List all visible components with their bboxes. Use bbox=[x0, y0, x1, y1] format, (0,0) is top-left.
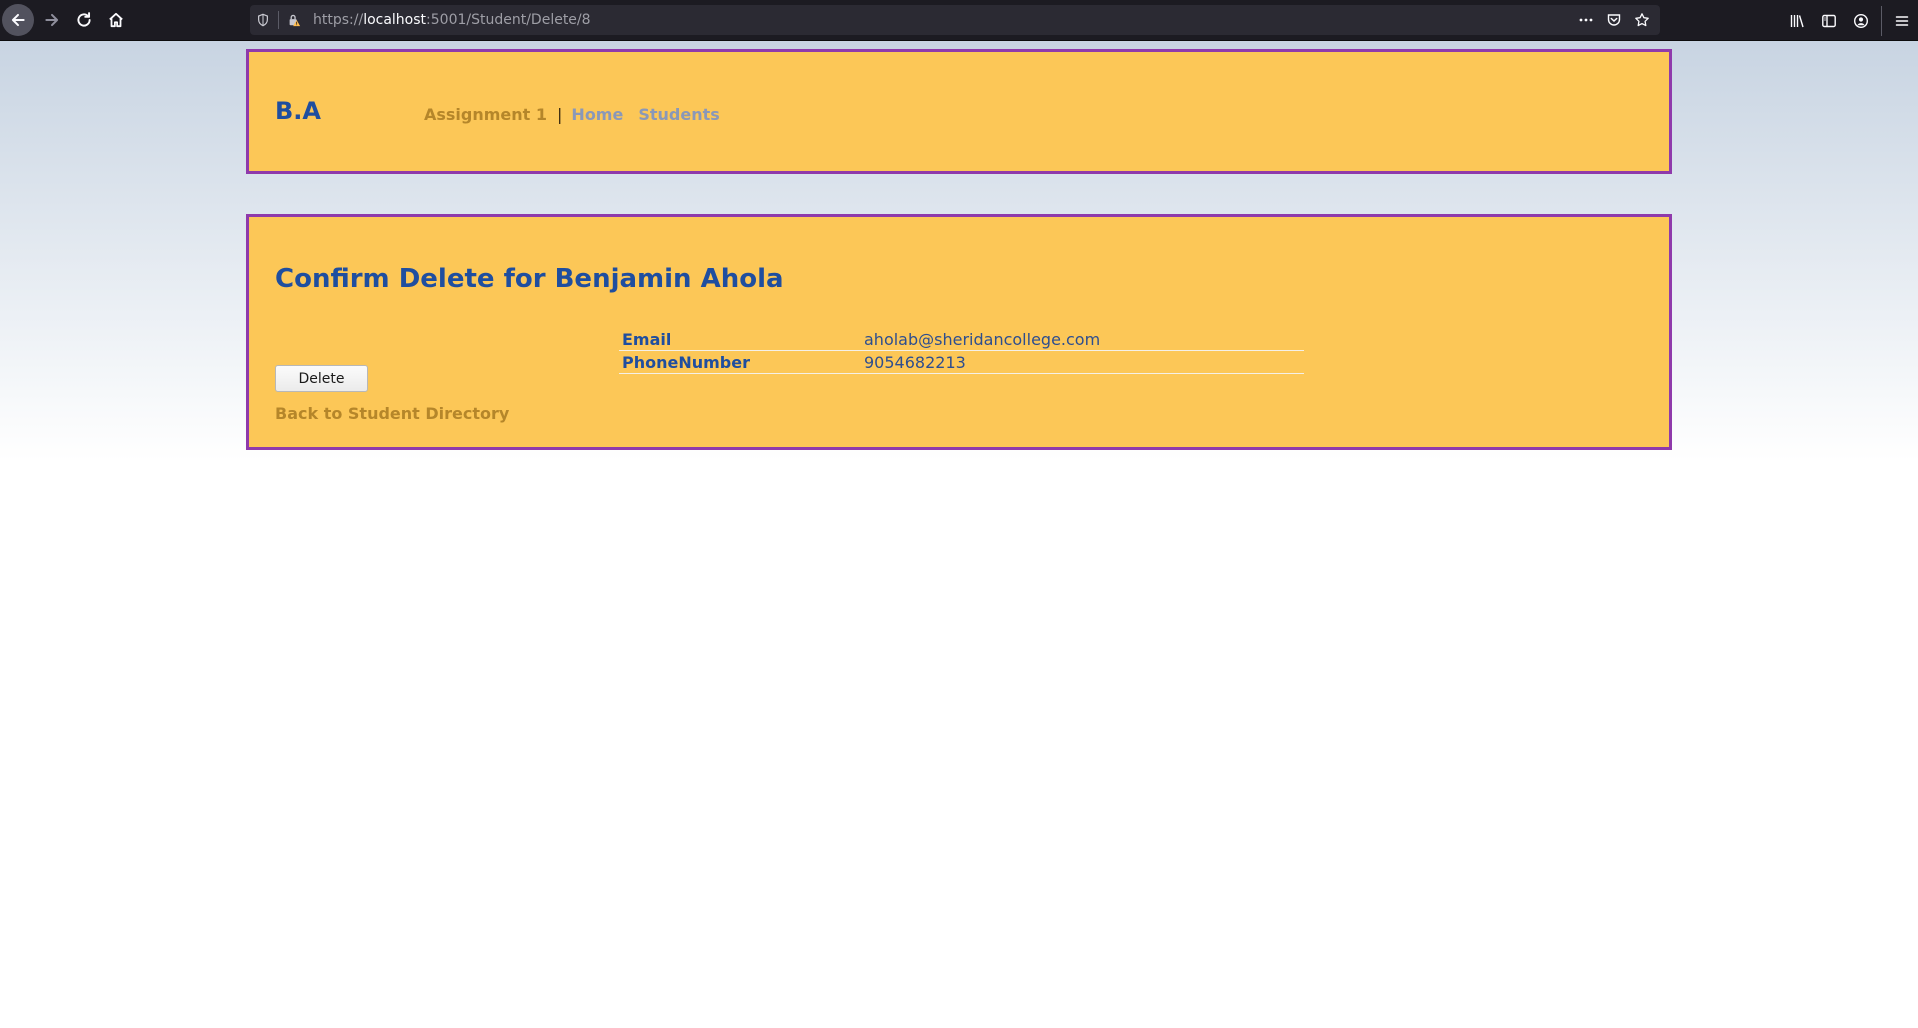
url-separator bbox=[278, 11, 279, 29]
home-icon bbox=[109, 12, 123, 28]
sidebar-icon[interactable] bbox=[1813, 0, 1845, 41]
toolbar-divider bbox=[1881, 5, 1882, 36]
back-button[interactable] bbox=[2, 4, 34, 36]
account-icon[interactable] bbox=[1845, 0, 1877, 41]
reload-icon bbox=[77, 12, 91, 27]
app-name: Assignment 1 bbox=[424, 105, 548, 124]
forward-button[interactable] bbox=[36, 4, 68, 36]
forward-arrow-icon bbox=[45, 13, 59, 27]
menu-icon[interactable] bbox=[1886, 0, 1918, 41]
url-text[interactable]: https://localhost:5001/Student/Delete/8 bbox=[313, 12, 591, 28]
more-dots-icon[interactable] bbox=[1572, 5, 1600, 35]
nav-link-home[interactable]: Home bbox=[571, 105, 623, 124]
bookmark-star-icon[interactable] bbox=[1628, 5, 1656, 35]
delete-button[interactable]: Delete bbox=[275, 365, 368, 392]
insecure-lock-icon[interactable] bbox=[281, 5, 307, 35]
detail-row-email: Email aholab@sheridancollege.com bbox=[619, 329, 1304, 351]
url-bar[interactable]: https://localhost:5001/Student/Delete/8 bbox=[250, 5, 1660, 35]
browser-toolbar: https://localhost:5001/Student/Delete/8 bbox=[0, 0, 1918, 41]
brand-logo[interactable]: B.A bbox=[275, 97, 321, 125]
home-button[interactable] bbox=[100, 4, 132, 36]
nav-separator: | bbox=[557, 105, 563, 124]
back-arrow-icon bbox=[11, 13, 25, 27]
detail-row-phone: PhoneNumber 9054682213 bbox=[619, 352, 1304, 374]
library-icon[interactable] bbox=[1781, 0, 1813, 41]
main-nav: Assignment 1 | Home Students bbox=[424, 105, 735, 124]
main-content: Confirm Delete for Benjamin Ahola Email … bbox=[246, 214, 1672, 450]
reload-button[interactable] bbox=[68, 4, 100, 36]
back-to-directory-link[interactable]: Back to Student Directory bbox=[275, 404, 509, 423]
page-viewport: B.A Assignment 1 | Home Students Confirm… bbox=[0, 41, 1918, 1028]
pocket-icon[interactable] bbox=[1600, 5, 1628, 35]
phone-value: 9054682213 bbox=[864, 353, 966, 372]
email-label: Email bbox=[622, 330, 672, 349]
nav-link-students[interactable]: Students bbox=[638, 105, 719, 124]
phone-label: PhoneNumber bbox=[622, 353, 750, 372]
shield-icon[interactable] bbox=[250, 5, 276, 35]
student-details: Email aholab@sheridancollege.com PhoneNu… bbox=[619, 329, 1304, 375]
email-value: aholab@sheridancollege.com bbox=[864, 330, 1101, 349]
page-title: Confirm Delete for Benjamin Ahola bbox=[275, 264, 784, 294]
site-header: B.A Assignment 1 | Home Students bbox=[246, 49, 1672, 174]
